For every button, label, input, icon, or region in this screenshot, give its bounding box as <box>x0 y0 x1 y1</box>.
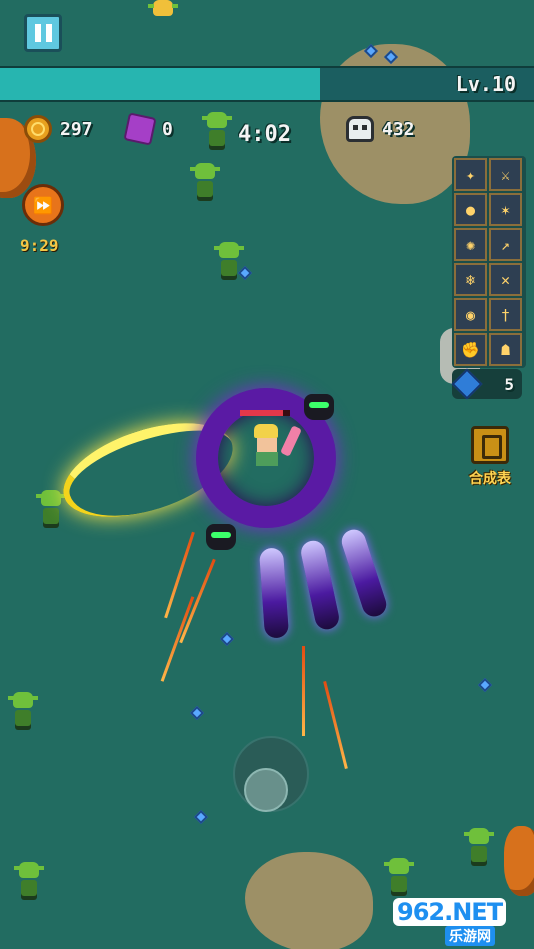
goblin-enemy <box>384 858 414 894</box>
spirit-trail-effect <box>298 538 342 632</box>
player-hero <box>254 424 280 466</box>
goblin-enemy <box>464 828 494 864</box>
orb-icon: ◉ <box>465 305 476 324</box>
coin-counter: 297 <box>24 114 93 144</box>
site-watermark: 962.NET 乐游网 <box>393 898 531 946</box>
goblin-enemy <box>202 112 232 148</box>
gem-cube-icon <box>451 368 483 400</box>
xp-progress-bar: Lv.10 <box>0 66 534 102</box>
player-health-bar <box>240 410 290 416</box>
speed-boost-button[interactable]: ⏩ <box>22 184 64 226</box>
xp-crystal <box>477 677 493 693</box>
spiked-star-skill-slot[interactable]: ✶ <box>489 193 522 226</box>
ice-shard-skill-slot[interactable]: ❄ <box>454 263 487 296</box>
sword-skill-slot[interactable]: ⚔ <box>489 158 522 191</box>
wand-icon: † <box>500 305 511 324</box>
fast-forward-icon: ⏩ <box>33 195 53 215</box>
player-health-fill <box>240 410 283 416</box>
pause-button[interactable] <box>24 14 62 52</box>
speed-boost-timer: 9:29 <box>20 236 59 255</box>
spirit-trail-effect <box>338 526 390 620</box>
goblin-enemy <box>148 0 178 36</box>
puzzle-piece-icon <box>123 112 157 146</box>
kill-counter: 432 <box>346 114 415 144</box>
arrow-projectile <box>179 558 216 644</box>
skill-grid: ✦ ⚔ ● ✶ ✺ ↗ ❄ ✕ ◉ † ✊ ☗ <box>452 156 526 368</box>
level-label: Lv.10 <box>455 72 516 96</box>
skull-icon <box>346 116 374 142</box>
flame-orb-skill-slot[interactable]: ● <box>454 193 487 226</box>
arrow-projectile <box>323 680 348 770</box>
xp-crystal <box>237 265 253 281</box>
gauntlet-skill-slot[interactable]: ✊ <box>454 333 487 366</box>
watermark-logo: 962.NET <box>393 898 507 926</box>
watermark-subtitle: 乐游网 <box>445 926 495 946</box>
pause-icon <box>34 24 41 42</box>
xp-crystal <box>219 631 235 647</box>
black-cat-icon: ☗ <box>500 340 511 359</box>
xp-progress-fill <box>0 68 321 100</box>
puzzle-count: 0 <box>162 118 173 140</box>
synthesis-table-button[interactable]: 合成表 <box>458 426 522 494</box>
dragon-skill-slot[interactable]: ✦ <box>454 158 487 191</box>
gem-count: 5 <box>504 374 514 394</box>
survival-timer: 4:02 <box>238 122 291 147</box>
pause-icon <box>45 24 52 42</box>
joystick-knob[interactable] <box>244 768 288 812</box>
coin-count: 297 <box>60 118 93 140</box>
gauntlet-icon: ✊ <box>461 340 480 359</box>
flame-orb-icon: ● <box>465 200 476 219</box>
xp-crystal <box>189 705 205 721</box>
orb-skill-slot[interactable]: ◉ <box>454 298 487 331</box>
black-cat-pet <box>304 394 334 420</box>
goblin-enemy <box>190 163 220 199</box>
needle-icon: ✕ <box>500 270 511 289</box>
needle-skill-slot[interactable]: ✕ <box>489 263 522 296</box>
spiked-star-icon: ✶ <box>500 200 511 219</box>
xp-crystal <box>193 809 209 825</box>
goblin-enemy <box>36 490 66 526</box>
dragon-icon: ✦ <box>465 165 476 184</box>
gem-counter[interactable]: 5 <box>451 368 522 400</box>
recipe-book-icon <box>471 426 509 464</box>
spear-icon: ↗ <box>500 235 511 254</box>
sword-icon: ⚔ <box>500 165 511 184</box>
black-cat-pet <box>206 524 236 550</box>
spear-skill-slot[interactable]: ↗ <box>489 228 522 261</box>
arrow-projectile <box>302 646 305 736</box>
goblin-enemy <box>8 692 38 728</box>
coin-icon <box>24 115 52 143</box>
ice-shard-icon: ❄ <box>465 270 476 289</box>
magic-circle-skill-slot[interactable]: ✺ <box>454 228 487 261</box>
autumn-tree <box>504 826 534 896</box>
game-stage[interactable]: Lv.10 297 0 4:02 432 ⏩ 9:29 ✦ ⚔ ● ✶ ✺ ↗ ❄ ✕ ◉ † ✊ ☗… <box>0 0 534 949</box>
synthesis-table-label: 合成表 <box>469 471 511 487</box>
magic-circle-icon: ✺ <box>465 235 476 254</box>
kill-count: 432 <box>382 118 415 140</box>
sand-patch <box>245 852 373 949</box>
black-cat-skill-slot[interactable]: ☗ <box>489 333 522 366</box>
wand-skill-slot[interactable]: † <box>489 298 522 331</box>
goblin-enemy <box>14 862 44 898</box>
puzzle-counter: 0 <box>123 112 173 146</box>
spirit-trail-effect <box>258 547 290 639</box>
